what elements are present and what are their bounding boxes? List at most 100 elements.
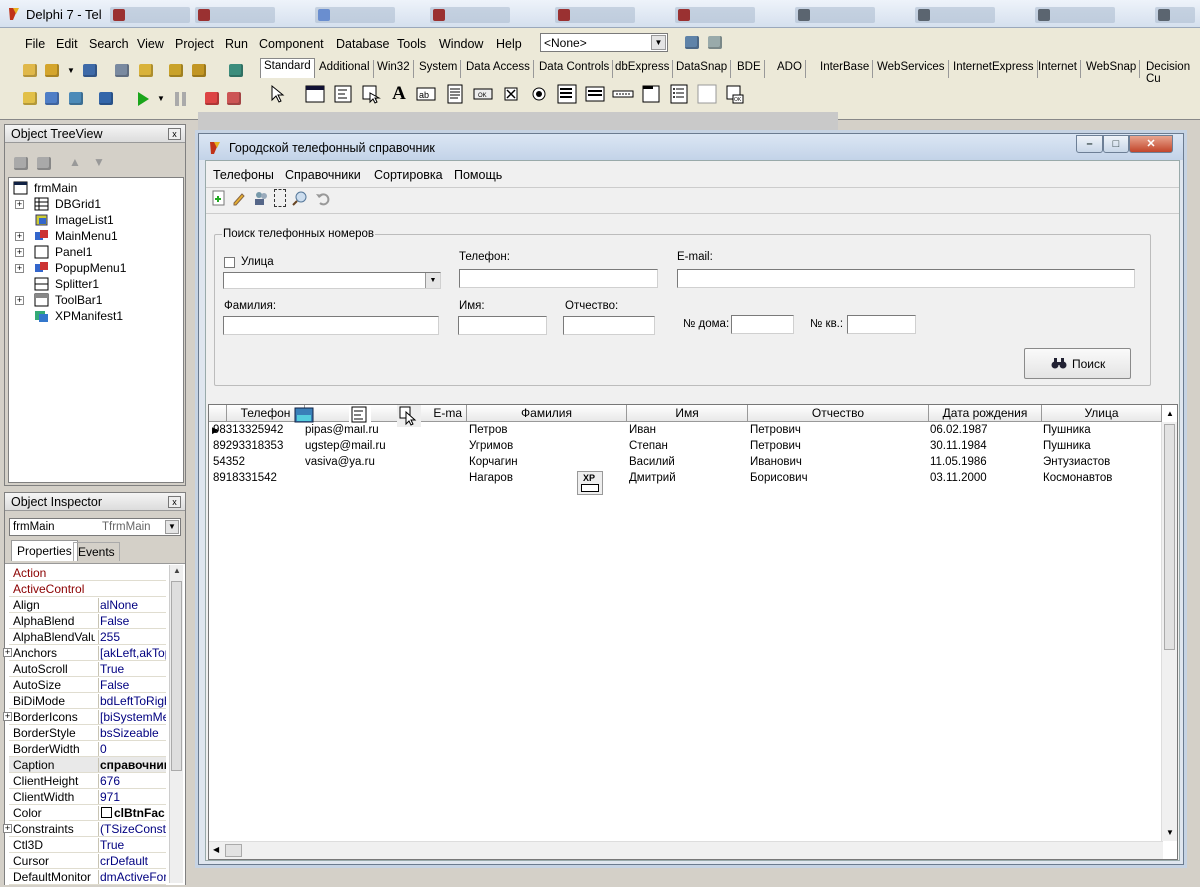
checkbox-icon[interactable]	[500, 83, 522, 105]
property-row[interactable]: ActiveControl	[9, 581, 166, 597]
scrollbar-thumb[interactable]	[171, 581, 182, 771]
expand-icon[interactable]: +	[15, 248, 24, 257]
grid-column-header[interactable]: Дата рождения	[929, 405, 1042, 422]
palette-tab-webservices[interactable]: WebServices	[874, 60, 949, 78]
property-value[interactable]: 676	[98, 774, 166, 788]
palette-tab-internet[interactable]: Internet	[1035, 60, 1081, 78]
minimize-icon[interactable]: –	[1076, 135, 1103, 153]
email-input[interactable]	[677, 269, 1135, 288]
chevron-down-icon[interactable]: ▼	[651, 35, 666, 50]
radiogroup-icon[interactable]	[668, 83, 690, 105]
grid-cell[interactable]: Василий	[629, 456, 675, 472]
menu-help[interactable]: Помощь	[454, 168, 502, 182]
property-row[interactable]: Align alNone	[9, 597, 166, 613]
menu-file[interactable]: File	[25, 37, 45, 51]
palette-tab-decision-cube[interactable]: Decision Cu	[1143, 60, 1200, 85]
property-value[interactable]: 971	[98, 790, 166, 804]
grid-cell[interactable]: Угримов	[469, 440, 513, 456]
delete-item-icon[interactable]	[34, 154, 54, 174]
grid-column-header[interactable]: E-ma	[305, 405, 467, 422]
palette-tab-datasnap[interactable]: DataSnap	[673, 60, 732, 78]
help-contents-icon[interactable]	[226, 61, 246, 81]
property-row[interactable]: ClientWidth 971	[9, 789, 166, 805]
first-name-input[interactable]	[458, 316, 547, 335]
chevron-down-icon[interactable]: ▼	[157, 94, 165, 103]
menu-view[interactable]: View	[137, 37, 164, 51]
property-value[interactable]: bdLeftToRight	[98, 694, 166, 708]
palette-tab-system[interactable]: System	[416, 60, 462, 78]
palette-tab-websnap[interactable]: WebSnap	[1083, 60, 1141, 78]
menu-project[interactable]: Project	[175, 37, 214, 51]
property-row[interactable]: Caption справочник	[9, 757, 166, 773]
table-row[interactable]: 8918331542 Нагаров Дмитрий Борисович 03.11.2…	[209, 471, 1163, 487]
open-icon[interactable]	[42, 61, 62, 81]
new-form-icon[interactable]	[96, 89, 116, 109]
table-row[interactable]: 98313325942 pipas@mail.ru Петров Иван Петров…	[209, 423, 1163, 439]
palette-tab-standard[interactable]: Standard	[260, 58, 315, 78]
expand-icon[interactable]: +	[15, 296, 24, 305]
property-value[interactable]: [biSystemMen	[98, 710, 166, 724]
grid-column-header[interactable]: Имя	[627, 405, 748, 422]
grid-cell[interactable]: Пушника	[1043, 440, 1091, 456]
property-row[interactable]: Ctl3D True	[9, 837, 166, 853]
scrollbar-thumb[interactable]	[225, 844, 242, 857]
close-icon[interactable]: x	[168, 128, 181, 140]
palette-tab-win32[interactable]: Win32	[374, 60, 414, 78]
expand-icon[interactable]: +	[15, 200, 24, 209]
save-all-icon[interactable]	[112, 61, 132, 81]
property-value[interactable]: alNone	[98, 598, 166, 612]
step-over-icon[interactable]	[224, 89, 244, 109]
pointer-arrow-icon[interactable]	[266, 83, 288, 105]
search-icon[interactable]	[291, 189, 309, 207]
property-row[interactable]: Color clBtnFac	[9, 805, 166, 821]
phone-grid[interactable]: Телефон E-ma Фамилия Имя Отчество Дата рожден…	[208, 404, 1178, 860]
property-value[interactable]: справочник	[98, 758, 166, 772]
property-row[interactable]: +BorderIcons [biSystemMen	[3, 709, 166, 725]
property-value[interactable]: False	[98, 614, 166, 628]
grid-cell[interactable]: 30.11.1984	[930, 440, 987, 456]
set-debug-desktop-icon[interactable]	[705, 33, 725, 53]
combobox-icon[interactable]	[584, 83, 606, 105]
property-row[interactable]: AutoSize False	[9, 677, 166, 693]
grid-cell[interactable]: 89293318353	[213, 440, 283, 456]
scrollbar-thumb[interactable]	[1164, 424, 1175, 650]
property-value[interactable]: bsSizeable	[98, 726, 166, 740]
frames-icon[interactable]	[304, 83, 326, 105]
grid-cell[interactable]: Корчагин	[469, 456, 518, 472]
scroll-left-icon[interactable]: ◀	[213, 845, 219, 854]
edit-record-icon[interactable]	[230, 189, 248, 207]
expand-icon[interactable]: +	[3, 824, 12, 833]
pause-icon[interactable]	[172, 90, 190, 108]
menu-search[interactable]: Search	[89, 37, 129, 51]
expand-icon[interactable]: +	[15, 232, 24, 241]
grid-cell[interactable]: ugstep@mail.ru	[305, 440, 386, 456]
palette-tab-dbexpress[interactable]: dbExpress	[612, 60, 674, 78]
move-up-icon[interactable]: ▲	[69, 155, 81, 169]
grid-cell[interactable]: Дмитрий	[629, 472, 676, 488]
grid-vertical-scrollbar[interactable]: ▲ ▼	[1161, 409, 1177, 841]
scroll-down-icon[interactable]: ▼	[1166, 828, 1174, 837]
grid-cell[interactable]: Петров	[469, 424, 507, 440]
scroll-up-icon[interactable]: ▲	[1166, 409, 1174, 418]
view-form-icon[interactable]	[42, 89, 62, 109]
property-value[interactable]: 255	[98, 630, 166, 644]
palette-tab-internetexpress[interactable]: InternetExpress	[950, 60, 1038, 78]
move-down-icon[interactable]: ▼	[93, 155, 105, 169]
grid-cell[interactable]: vasiva@ya.ru	[305, 456, 375, 472]
scroll-up-icon[interactable]: ▲	[173, 566, 181, 575]
menu-directories[interactable]: Справочники	[285, 168, 361, 182]
groupbox-icon[interactable]	[640, 83, 662, 105]
new-icon[interactable]	[20, 61, 40, 81]
save-desktop-icon[interactable]	[682, 33, 702, 53]
memo-icon[interactable]	[444, 83, 466, 105]
save-icon[interactable]	[80, 61, 100, 81]
table-row[interactable]: 54352 vasiva@ya.ru Корчагин Василий Иванович…	[209, 455, 1163, 471]
popup-menu-icon[interactable]	[360, 83, 382, 105]
flat-number-input[interactable]	[847, 315, 916, 334]
button-icon[interactable]: OK	[472, 83, 494, 105]
property-row[interactable]: Cursor crDefault	[9, 853, 166, 869]
edit-icon[interactable]: ab	[415, 83, 437, 105]
remove-file-icon[interactable]	[189, 61, 209, 81]
menu-help[interactable]: Help	[496, 37, 522, 51]
grid-cell[interactable]: Пушника	[1043, 424, 1091, 440]
